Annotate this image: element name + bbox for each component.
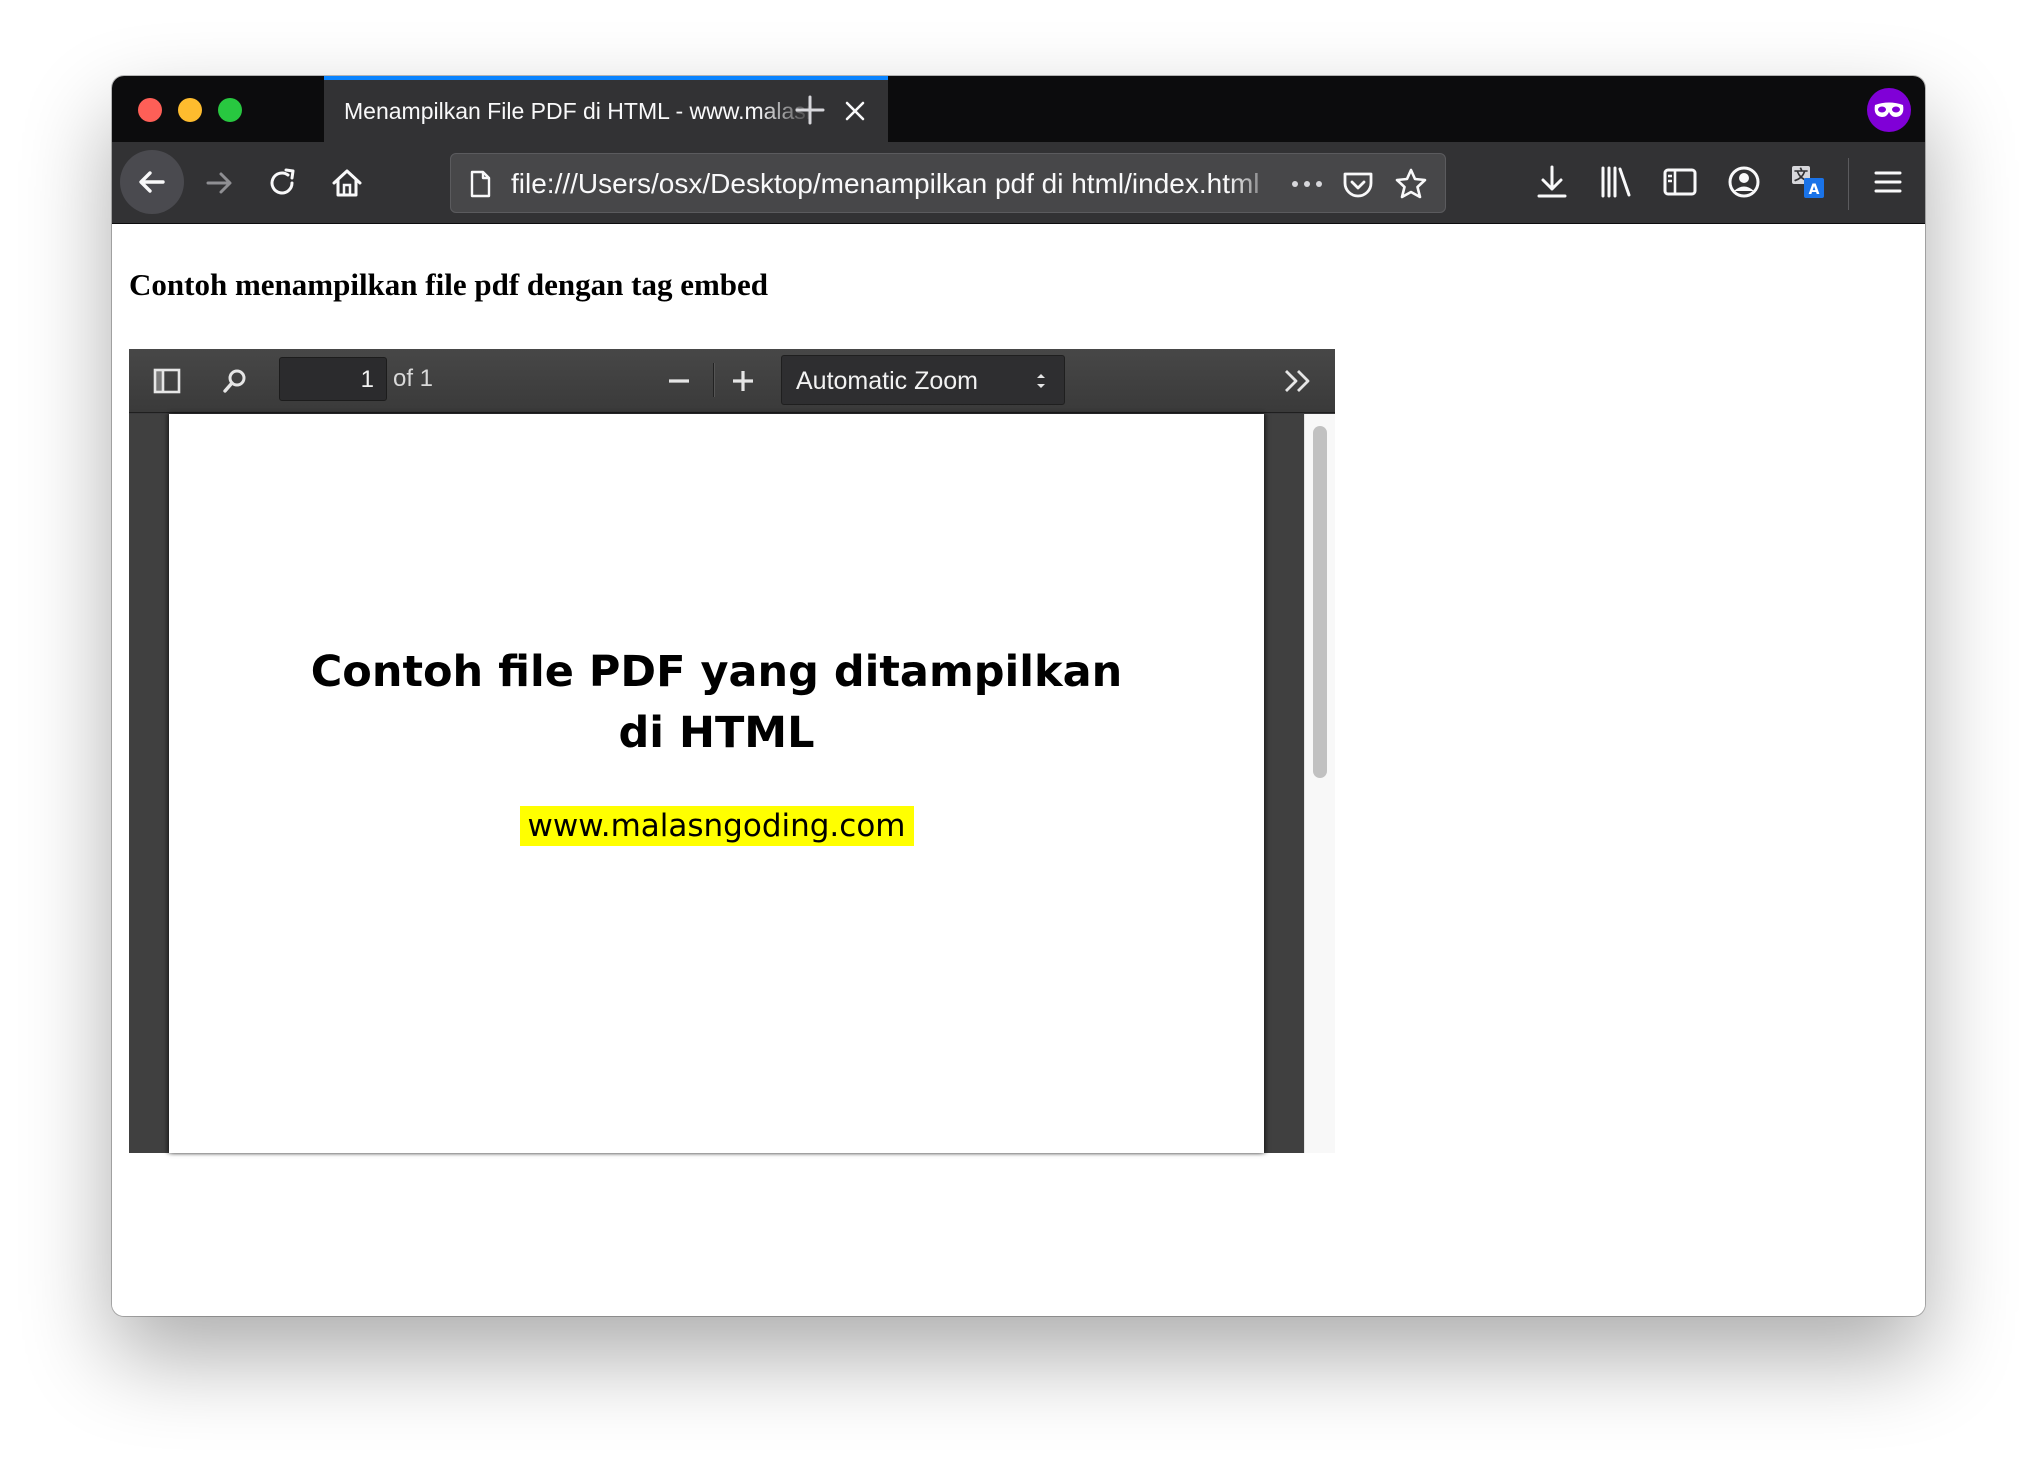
back-button[interactable]	[120, 150, 184, 214]
select-arrows-icon	[1037, 374, 1045, 388]
document-title-line-1: Contoh file PDF yang ditampilkan	[310, 647, 1123, 697]
document-link[interactable]: www.malasngoding.com	[519, 806, 914, 846]
url-text[interactable]: file:///Users/osx/Desktop/menampilkan pd…	[511, 168, 1281, 200]
page-count-label: of 1	[393, 365, 434, 392]
pdf-scrollbar[interactable]	[1304, 414, 1335, 1153]
tab-strip: Menampilkan File PDF di HTML - www.malas…	[112, 76, 1925, 142]
pdf-scrollbar-thumb[interactable]	[1313, 426, 1327, 778]
browser-window: Menampilkan File PDF di HTML - www.malas…	[112, 76, 1925, 1316]
document-title: Contoh file PDF yang ditampilkan di HTML	[169, 642, 1264, 764]
close-tab-icon[interactable]	[842, 98, 868, 124]
zoom-in-button[interactable]	[725, 363, 761, 399]
reload-icon	[270, 168, 295, 195]
find-button[interactable]	[217, 363, 253, 399]
account-icon[interactable]	[1724, 162, 1764, 202]
document-title-line-2: di HTML	[618, 708, 815, 758]
page-content: Contoh menampilkan file pdf dengan tag e…	[112, 225, 1925, 1316]
sidebar-toggle-icon	[153, 368, 181, 394]
download-icon[interactable]	[1532, 162, 1572, 202]
close-window-button[interactable]	[138, 98, 162, 122]
star-icon[interactable]	[1393, 166, 1429, 202]
zoom-select-value: Automatic Zoom	[796, 367, 979, 395]
navigation-toolbar: file:///Users/osx/Desktop/menampilkan pd…	[112, 142, 1925, 224]
translate-icon[interactable]: 文 A	[1788, 162, 1828, 202]
zoom-out-button[interactable]	[661, 363, 697, 399]
svg-text:A: A	[1809, 182, 1820, 198]
address-bar[interactable]: file:///Users/osx/Desktop/menampilkan pd…	[450, 153, 1446, 213]
minus-icon	[669, 379, 689, 383]
double-chevron-right-icon	[1285, 370, 1310, 392]
document-link-row: www.malasngoding.com	[169, 806, 1264, 846]
page-heading: Contoh menampilkan file pdf dengan tag e…	[129, 267, 769, 302]
private-browsing-mask-icon	[1867, 88, 1911, 132]
maximize-window-button[interactable]	[218, 98, 242, 122]
pdf-toolbar: 1 of 1 Automatic Zoom	[129, 349, 1335, 413]
pocket-icon[interactable]	[1341, 168, 1375, 202]
pdf-page: Contoh file PDF yang ditampilkan di HTML…	[169, 414, 1264, 1153]
hamburger-menu-icon[interactable]	[1868, 162, 1908, 202]
minimize-window-button[interactable]	[178, 98, 202, 122]
toolbar-divider	[1848, 158, 1849, 210]
home-icon	[332, 169, 362, 197]
zoom-separator	[713, 363, 714, 397]
pdf-embed-viewer[interactable]: 1 of 1 Automatic Zoom Contoh file PDF ya…	[129, 349, 1335, 1153]
back-arrow-icon	[139, 171, 165, 193]
search-icon	[223, 369, 246, 393]
page-number-input[interactable]: 1	[279, 357, 387, 401]
new-tab-icon[interactable]	[792, 92, 828, 128]
sidebar-icon[interactable]	[1660, 162, 1700, 202]
library-icon[interactable]	[1596, 162, 1636, 202]
tab-title: Menampilkan File PDF di HTML - www.malas…	[344, 97, 814, 124]
reload-button[interactable]	[256, 156, 310, 210]
home-button[interactable]	[320, 156, 374, 210]
pdf-document-area[interactable]: Contoh file PDF yang ditampilkan di HTML…	[129, 414, 1335, 1153]
plus-icon	[733, 371, 753, 391]
zoom-select[interactable]: Automatic Zoom	[781, 355, 1065, 405]
tools-menu-button[interactable]	[1279, 363, 1317, 399]
toggle-sidebar-button[interactable]	[149, 363, 185, 399]
page-icon[interactable]	[465, 169, 495, 199]
more-dots-icon[interactable]	[1287, 168, 1327, 200]
forward-arrow-icon	[206, 172, 232, 194]
forward-button[interactable]	[192, 156, 246, 210]
